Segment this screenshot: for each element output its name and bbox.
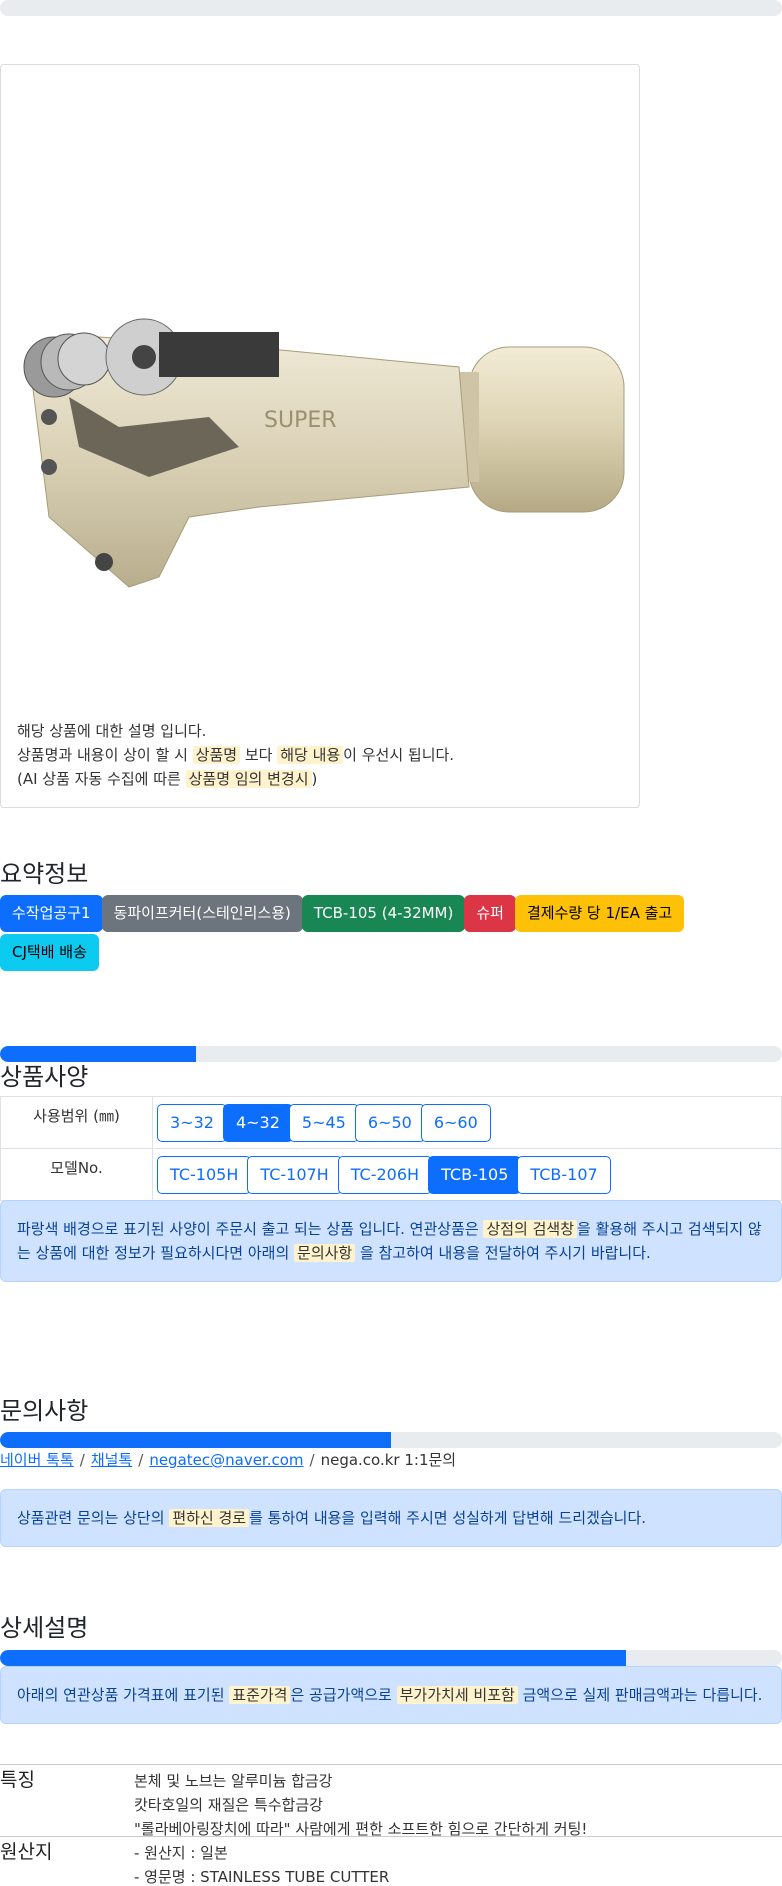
spec-title: 상품사양	[0, 1063, 89, 1091]
spec-options: 3~32 4~32 5~45 6~50 6~60	[152, 1096, 782, 1149]
description-line: 해당 상품에 대한 설명 입니다.	[17, 719, 454, 743]
inquiry-link[interactable]: 채널톡	[91, 1451, 132, 1469]
description-highlight: 해당 내용	[277, 746, 344, 764]
inquiry-links: 네이버 톡톡 / 채널톡 / negatec@naver.com / nega.co.kr …	[0, 1449, 456, 1470]
description-text: 상품명과 내용이 상이 할 시	[17, 746, 193, 764]
description-text: 해당 상품에 대한 설명 입니다.	[17, 722, 207, 740]
inquiry-link[interactable]: 네이버 톡톡	[0, 1451, 74, 1469]
description-text: (AI 상품 자동 수집에 따른	[17, 770, 186, 788]
feature-item: - 영문명 : STAINLESS TUBE CUTTER	[134, 1868, 390, 1886]
feature-item: "롤라베아링장치에 따라" 사람에게 편한 소프트한 힘으로 간단하게 커팅!	[134, 1820, 588, 1838]
spec-progress-bar	[0, 1046, 782, 1062]
spec-option-button[interactable]: 6~50	[354, 1103, 425, 1142]
link-separator: /	[309, 1451, 315, 1469]
spec-table: 사용범위 (㎜) 3~32 4~32 5~45 6~50 6~60 모델No. TC-105H…	[0, 1096, 782, 1201]
link-separator: /	[138, 1451, 144, 1469]
spec-option-button[interactable]: TC-107H	[247, 1155, 342, 1194]
detail-notice-highlight: 표준가격	[229, 1686, 291, 1704]
summary-badge: 동파이프커터(스테인리스용)	[101, 895, 303, 932]
detail-notice: 아래의 연관상품 가격표에 표기된 표준가격 은 공급가액으로 부가가치세 비포함…	[0, 1666, 782, 1724]
feature-row: 원산지 - 원산지 : 일본 - 영문명 : STAINLESS TUBE CUTT…	[0, 1836, 782, 1886]
summary-title: 요약정보	[0, 860, 89, 888]
inquiry-notice-text: 상품관련 문의는 상단의	[17, 1509, 170, 1527]
description-line: 상품명과 내용이 상이 할 시 상품명 보다 해당 내용 이 우선시 됩니다.	[17, 743, 454, 767]
description-highlight: 상품명 임의 변경시	[185, 770, 312, 788]
summary-badge: TCB-105 (4-32MM)	[301, 895, 466, 932]
detail-notice-text: 은 공급가액으로	[290, 1686, 397, 1704]
detail-notice-text: 아래의 연관상품 가격표에 표기된	[17, 1686, 230, 1704]
inquiry-notice-highlight: 편하신 경로	[169, 1509, 250, 1527]
detail-notice-highlight: 부가가치세 비포함	[396, 1686, 518, 1704]
spec-option-button[interactable]: TCB-105	[428, 1155, 522, 1194]
feature-item: 본체 및 노브는 알루미늄 합금강	[134, 1772, 333, 1790]
feature-row: 특징 본체 및 노브는 알루미늄 합금강캇타호일의 재질은 특수합금강 "롤라베아링…	[0, 1764, 782, 1838]
inquiry-progress-bar	[0, 1432, 782, 1448]
spec-options: TC-105H TC-107H TC-206H TCB-105 TCB-107	[152, 1148, 782, 1201]
feature-item: - 원산지 : 일본	[134, 1844, 228, 1862]
description-text: 이 우선시 됩니다.	[343, 746, 455, 764]
spec-notice-text: 파랑색 배경으로 표기된 사양이 주문시 출고 되는 상품 입니다. 연관상품은	[17, 1220, 484, 1238]
spec-row: 사용범위 (㎜) 3~32 4~32 5~45 6~50 6~60	[0, 1096, 782, 1149]
summary-badge: 결제수량 당 1/EA 출고	[514, 895, 685, 932]
description-text: )	[311, 770, 318, 788]
detail-notice-text: 금액으로 실제 판매금액과는 다릅니다.	[517, 1686, 763, 1704]
inquiry-notice-text: 를 통하여 내용을 입력해 주시면 성실하게 답변해 드리겠습니다.	[249, 1509, 647, 1527]
product-description: 해당 상품에 대한 설명 입니다. 상품명과 내용이 상이 할 시 상품명 보다 …	[17, 719, 454, 791]
inquiry-plain-text: nega.co.kr 1:1문의	[320, 1451, 457, 1469]
spec-option-button[interactable]: 3~32	[157, 1103, 227, 1142]
inquiry-notice: 상품관련 문의는 상단의 편하신 경로 를 통하여 내용을 입력해 주시면 성실하…	[0, 1489, 782, 1547]
spec-row: 모델No. TC-105H TC-107H TC-206H TCB-105 TCB-107	[0, 1148, 782, 1201]
feature-label: 특징	[0, 1769, 35, 1791]
description-text: 보다	[240, 746, 278, 764]
spec-option-button[interactable]: 5~45	[288, 1103, 359, 1142]
svg-text:SUPER: SUPER	[264, 408, 337, 433]
product-card: SUPER 해당 상품에 대한 설명 입니다. 상품명과 내용이 상이 할 시 상…	[0, 64, 640, 808]
spec-notice-highlight: 문의사항	[294, 1244, 356, 1262]
feature-item: 캇타호일의 재질은 특수합금강	[134, 1796, 323, 1814]
feature-label: 원산지	[0, 1841, 53, 1863]
feature-items: - 원산지 : 일본 - 영문명 : STAINLESS TUBE CUTTER	[134, 1841, 389, 1886]
spec-label: 사용범위 (㎜)	[0, 1096, 153, 1149]
progress-fill	[0, 1432, 391, 1448]
spec-notice-text: 을 참고하여 내용을 전달하여 주시기 바랍니다.	[355, 1244, 651, 1262]
summary-badges: 수작업공구1 동파이프커터(스테인리스용) TCB-105 (4-32MM) 슈퍼 결제…	[0, 895, 730, 973]
summary-badge: 슈퍼	[464, 895, 516, 932]
description-line: (AI 상품 자동 수집에 따른 상품명 임의 변경시)	[17, 767, 454, 791]
link-separator: /	[79, 1451, 85, 1469]
feature-items: 본체 및 노브는 알루미늄 합금강캇타호일의 재질은 특수합금강 "롤라베아링장치…	[134, 1769, 587, 1841]
summary-badge: CJ택배 배송	[0, 934, 99, 971]
detail-progress-bar	[0, 1650, 782, 1666]
spec-option-button[interactable]: TC-105H	[157, 1155, 252, 1194]
spec-option-button[interactable]: 4~32	[222, 1103, 293, 1142]
spec-option-button[interactable]: TCB-107	[517, 1155, 611, 1194]
inquiry-link[interactable]: negatec@naver.com	[149, 1451, 303, 1469]
spec-option-button[interactable]: 6~60	[420, 1103, 491, 1142]
inquiry-title: 문의사항	[0, 1397, 89, 1425]
progress-fill	[0, 1650, 626, 1666]
spec-notice-highlight: 상점의 검색창	[483, 1220, 578, 1238]
summary-badge: 수작업공구1	[0, 895, 103, 932]
detail-title: 상세설명	[0, 1614, 89, 1642]
description-highlight: 상품명	[192, 746, 241, 764]
spec-notice: 파랑색 배경으로 표기된 사양이 주문시 출고 되는 상품 입니다. 연관상품은…	[0, 1200, 782, 1282]
product-image: SUPER	[23, 318, 625, 588]
top-progress-bar	[0, 0, 782, 16]
spec-label: 모델No.	[0, 1148, 153, 1201]
spec-option-button[interactable]: TC-206H	[337, 1155, 433, 1194]
